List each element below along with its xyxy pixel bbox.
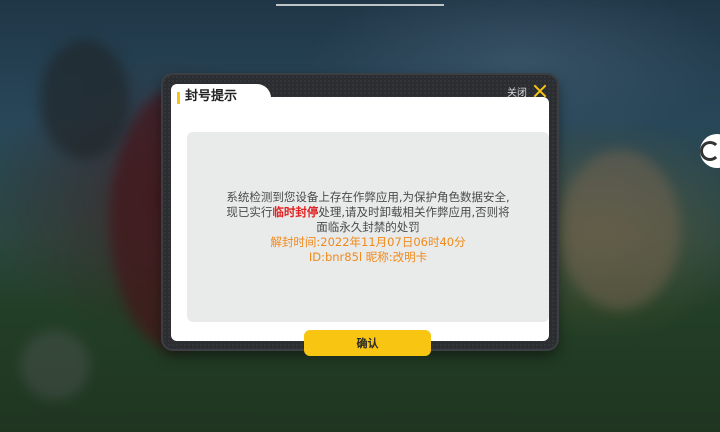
unban-time: 解封时间:2022年11月07日06时40分: [270, 234, 466, 249]
top-indicator-bar: [276, 4, 444, 6]
message-line-2-suffix: 处理,请及时卸载相关作弊应用,否则将: [318, 204, 510, 219]
ban-notice-dialog: 封号提示 关闭 系统检测到您设备上存在作弊应用,为保护角色数据安全, 现已实行临…: [163, 75, 557, 356]
background-figure: [20, 330, 90, 400]
dialog-panel: 系统检测到您设备上存在作弊应用,为保护角色数据安全, 现已实行临时封停处理,请及…: [171, 97, 549, 356]
background-figure: [40, 40, 130, 160]
dialog-title: 封号提示: [185, 89, 238, 104]
temporary-ban-highlight: 临时封停: [272, 204, 319, 219]
message-line-2: 现已实行临时封停处理,请及时卸载相关作弊应用,否则将: [226, 205, 509, 220]
account-info: ID:bnr85l 昵称:改明卡: [308, 249, 428, 264]
message-line-1: 系统检测到您设备上存在作弊应用,为保护角色数据安全,: [226, 189, 510, 204]
refresh-icon: [700, 141, 720, 161]
message-line-2-prefix: 现已实行: [226, 204, 273, 219]
close-button[interactable]: 关闭: [507, 81, 547, 101]
message-line-3: 面临永久封禁的处罚: [316, 219, 420, 234]
close-icon: [533, 84, 547, 98]
close-label: 关闭: [507, 87, 527, 99]
confirm-button[interactable]: 确认: [304, 330, 431, 356]
title-accent-bar: [177, 92, 180, 104]
background-figure: [560, 150, 680, 310]
game-screen: 封号提示 关闭 系统检测到您设备上存在作弊应用,为保护角色数据安全, 现已实行临…: [0, 0, 720, 432]
message-box: 系统检测到您设备上存在作弊应用,为保护角色数据安全, 现已实行临时封停处理,请及…: [187, 132, 549, 322]
side-action-button[interactable]: [700, 134, 720, 168]
